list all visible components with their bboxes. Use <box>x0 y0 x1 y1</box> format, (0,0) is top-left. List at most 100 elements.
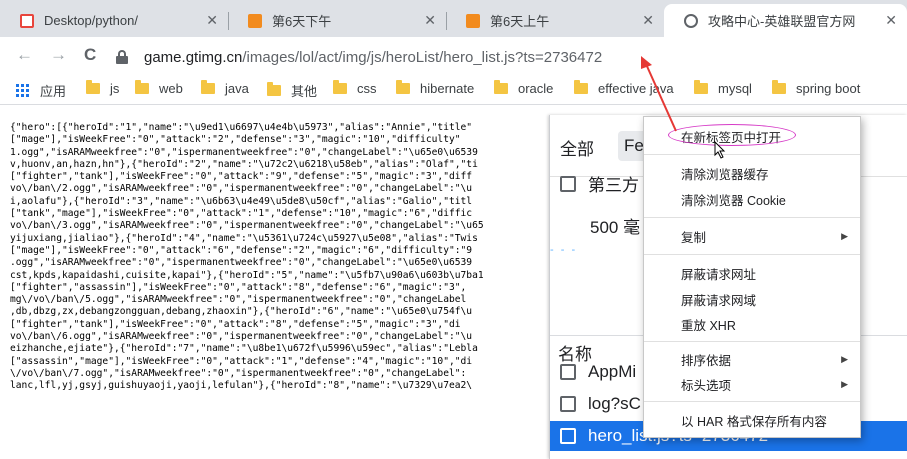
close-icon[interactable]: ✕ <box>206 12 218 29</box>
request-name: log?sC <box>588 394 641 413</box>
bookmark-page-icon <box>466 13 480 28</box>
bookmark-folder-oracle[interactable]: oracle <box>494 80 554 96</box>
menu-divider <box>644 341 860 342</box>
menu-divider <box>644 154 860 155</box>
menu-sort-by[interactable]: 排序依据 ▶ <box>644 348 860 370</box>
menu-item-label: 重放 XHR <box>681 318 736 333</box>
tab-title: 攻略中心-英雄联盟官方网 <box>708 14 856 29</box>
tab-desktop-python[interactable]: Desktop/python/ ✕ <box>0 4 228 37</box>
tab-strip: Desktop/python/ ✕ 第6天下午 ✕ 第6天上午 ✕ 攻略中心-英… <box>0 0 907 37</box>
menu-item-label: 复制 <box>681 230 707 245</box>
mouse-cursor-icon <box>714 141 726 159</box>
filter-label: 第三方 <box>588 176 639 195</box>
bookmark-folder-other[interactable]: 其他 <box>267 81 317 100</box>
menu-item-label: 以 HAR 格式保存所有内容 <box>681 414 827 429</box>
url-host: game.gtimg.cn <box>144 48 243 66</box>
third-party-filter[interactable]: 第三方 <box>560 171 639 196</box>
url-text[interactable]: game.gtimg.cn/images/lol/act/img/js/hero… <box>144 49 602 66</box>
forward-arrow-icon[interactable]: → <box>50 45 67 65</box>
folder-icon <box>135 80 149 94</box>
tab-lol-guide-center[interactable]: 攻略中心-英雄联盟官方网 ✕ <box>664 4 907 37</box>
submenu-arrow-icon: ▶ <box>841 378 848 389</box>
bookmark-folder-hibernate[interactable]: hibernate <box>396 80 475 96</box>
menu-clear-browser-cache[interactable]: 清除浏览器缓存 <box>644 162 860 184</box>
bookmark-page-icon <box>248 13 262 28</box>
tab-day6-morning[interactable]: 第6天上午 ✕ <box>446 4 664 37</box>
menu-item-label: 排序依据 <box>681 353 732 368</box>
folder-icon <box>201 80 215 94</box>
folder-icon <box>396 80 410 94</box>
bookmark-label: java <box>225 81 249 96</box>
checkbox[interactable] <box>560 428 576 444</box>
browser-toolbar: ← → C game.gtimg.cn/images/lol/act/img/j… <box>0 37 907 75</box>
bookmark-folder-java[interactable]: java <box>201 80 249 96</box>
bookmark-folder-mysql[interactable]: mysql <box>694 80 752 96</box>
close-icon[interactable]: ✕ <box>642 12 654 29</box>
timeline-overview: - - - <box>550 244 578 256</box>
menu-item-label: 屏蔽请求网域 <box>681 293 757 308</box>
tab-title: Desktop/python/ <box>44 13 138 28</box>
reload-icon[interactable]: C <box>84 45 96 65</box>
menu-save-all-as-har[interactable]: 以 HAR 格式保存所有内容 <box>644 409 860 431</box>
back-arrow-icon[interactable]: ← <box>16 45 33 65</box>
menu-item-label: 清除浏览器缓存 <box>681 167 769 182</box>
submenu-arrow-icon: ▶ <box>841 230 848 241</box>
apps-grid-icon <box>16 83 30 98</box>
close-icon[interactable]: ✕ <box>885 12 897 29</box>
context-menu: 在新标签页中打开 清除浏览器缓存 清除浏览器 Cookie 复制 ▶ 屏蔽请求网址… <box>643 116 861 438</box>
bookmark-label: 应用 <box>40 84 67 99</box>
address-bar[interactable]: game.gtimg.cn/images/lol/act/img/js/hero… <box>116 42 896 72</box>
checkbox[interactable] <box>560 175 576 192</box>
bookmark-label: web <box>159 81 183 96</box>
bookmark-folder-web[interactable]: web <box>135 80 183 96</box>
tab-title: 第6天下午 <box>272 14 332 29</box>
bookmark-label: oracle <box>518 81 554 96</box>
bookmark-label: effective java <box>598 81 674 96</box>
request-name: AppMi <box>588 362 637 381</box>
menu-item-label: 清除浏览器 Cookie <box>681 193 786 208</box>
menu-copy[interactable]: 复制 ▶ <box>644 225 860 247</box>
bookmark-folder-css[interactable]: css <box>333 80 377 96</box>
filter-all-button[interactable]: 全部 <box>560 135 594 160</box>
bookmark-label: hibernate <box>420 81 475 96</box>
folder-icon <box>86 80 100 94</box>
bookmarks-bar: 应用 js web java 其他 css hibernate oracle e… <box>0 75 907 105</box>
bookmark-label: mysql <box>718 81 752 96</box>
lock-icon[interactable] <box>116 50 128 64</box>
bookmark-folder-spring-boot[interactable]: spring boot <box>772 80 861 96</box>
folder-icon <box>772 80 786 94</box>
checkbox[interactable] <box>560 396 576 412</box>
menu-divider <box>644 254 860 255</box>
folder-icon <box>574 80 588 94</box>
url-path: /images/lol/act/img/js/heroList/hero_lis… <box>242 48 603 66</box>
folder-icon <box>333 80 347 94</box>
folder-icon <box>694 80 708 94</box>
close-icon[interactable]: ✕ <box>424 12 436 29</box>
menu-block-request-url[interactable]: 屏蔽请求网址 <box>644 262 860 284</box>
bookmark-label: css <box>357 81 377 96</box>
timeline-500ms-label: 500 毫 <box>590 218 641 237</box>
checkbox[interactable] <box>560 364 576 380</box>
bookmark-folder-effective-java[interactable]: effective java <box>574 80 674 96</box>
bookmark-label: 其他 <box>291 84 318 99</box>
menu-item-label: 屏蔽请求网址 <box>681 267 757 282</box>
file-icon <box>20 13 34 28</box>
menu-clear-browser-cookies[interactable]: 清除浏览器 Cookie <box>644 188 860 210</box>
folder-icon <box>494 80 508 94</box>
menu-block-request-domain[interactable]: 屏蔽请求网域 <box>644 288 860 310</box>
annotation-oval <box>668 124 796 146</box>
menu-divider <box>644 217 860 218</box>
globe-icon <box>684 13 698 28</box>
menu-item-label: 标头选项 <box>681 378 732 393</box>
bookmark-folder-js[interactable]: js <box>86 80 120 96</box>
folder-icon <box>267 82 281 96</box>
bookmark-apps[interactable]: 应用 <box>16 81 66 100</box>
tab-day6-afternoon[interactable]: 第6天下午 ✕ <box>228 4 446 37</box>
menu-replay-xhr[interactable]: 重放 XHR <box>644 313 860 335</box>
bookmark-label: js <box>110 81 120 96</box>
tab-title: 第6天上午 <box>490 14 550 29</box>
menu-divider <box>644 401 860 402</box>
submenu-arrow-icon: ▶ <box>841 353 848 364</box>
menu-header-options[interactable]: 标头选项 ▶ <box>644 373 860 395</box>
bookmark-label: spring boot <box>796 81 861 96</box>
